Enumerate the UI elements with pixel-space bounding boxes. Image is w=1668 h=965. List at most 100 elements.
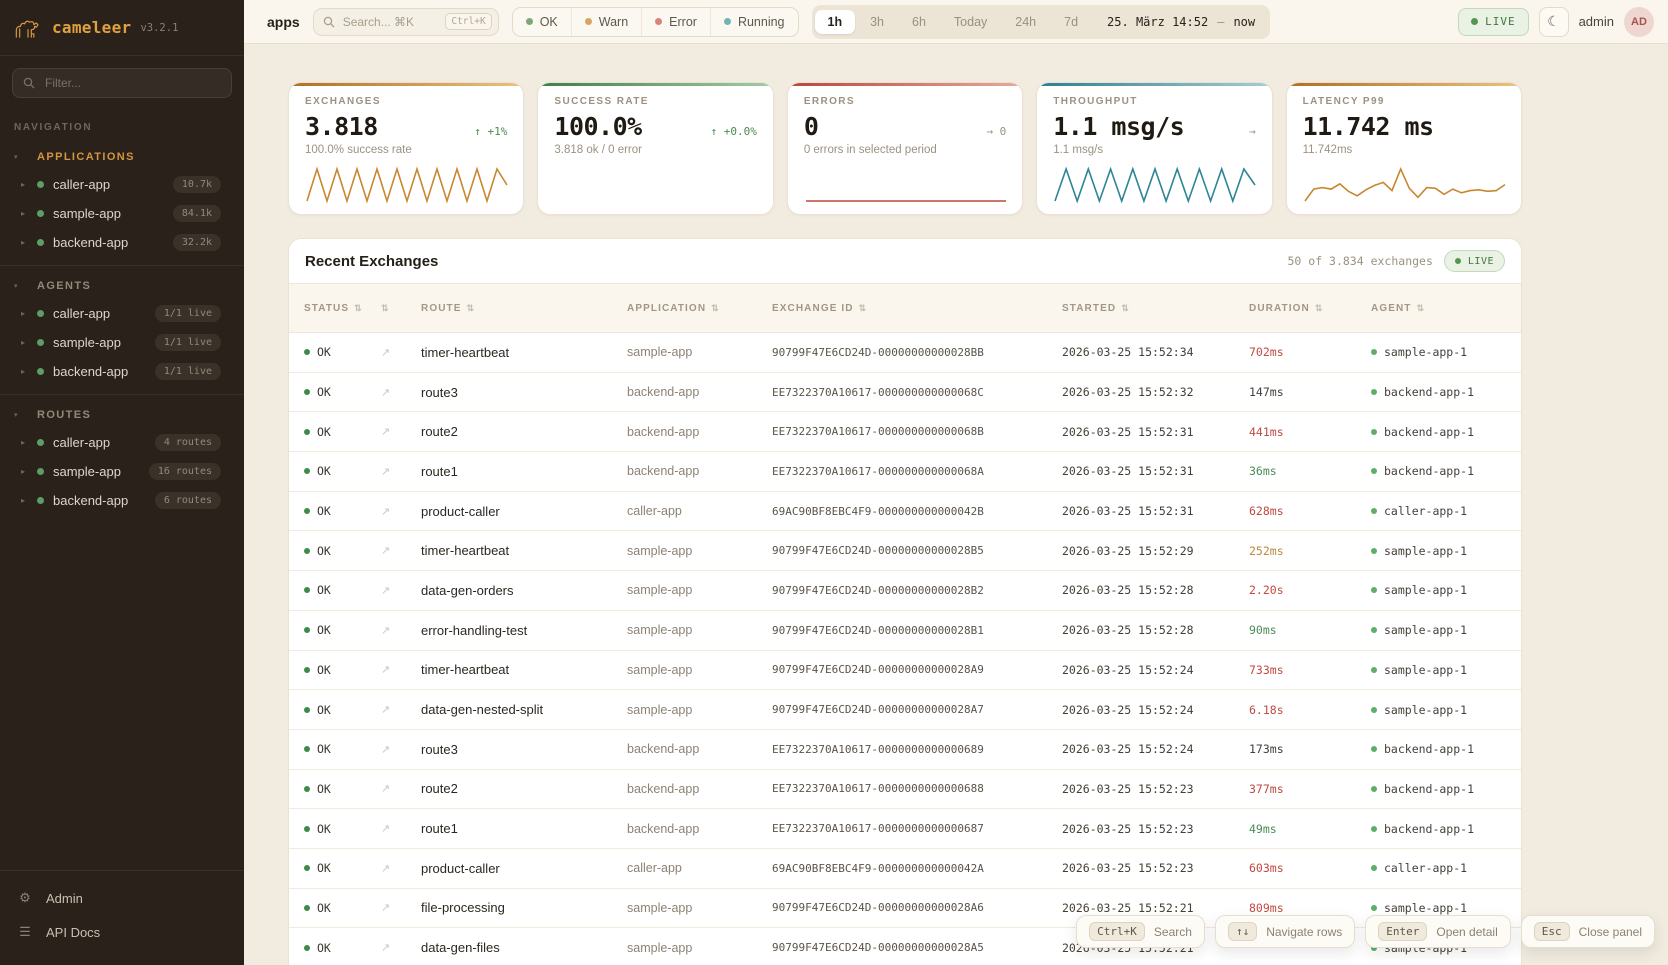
agent-label: sample-app-1 — [1384, 901, 1467, 915]
range-button-7d[interactable]: 7d — [1051, 10, 1091, 34]
column-header-duration[interactable]: DURATION⇅ — [1249, 303, 1371, 314]
table-row[interactable]: OK↗route2backend-appEE7322370A10617-0000… — [289, 770, 1521, 810]
live-toggle[interactable]: LIVE — [1458, 8, 1529, 36]
sidebar-item-sample-app[interactable]: ▸sample-app1/1 live — [0, 328, 244, 357]
open-link-icon[interactable]: ↗ — [381, 941, 421, 954]
theme-toggle-button[interactable]: ☾ — [1539, 7, 1569, 37]
ok-status-dot-icon — [304, 905, 310, 911]
range-buttons: 1h3h6hToday24h7d — [815, 10, 1092, 34]
status-dot-icon — [526, 18, 533, 25]
column-header-exchange-id[interactable]: EXCHANGE ID⇅ — [772, 303, 1062, 314]
section-header-agents[interactable]: ▾AGENTS — [0, 274, 244, 299]
filter-input[interactable] — [43, 75, 221, 91]
global-search[interactable]: Ctrl+K — [313, 8, 499, 36]
open-link-icon[interactable]: ↗ — [381, 782, 421, 795]
table-row[interactable]: OK↗route1backend-appEE7322370A10617-0000… — [289, 809, 1521, 849]
table-row[interactable]: OK↗route2backend-appEE7322370A10617-0000… — [289, 412, 1521, 452]
section-header-routes[interactable]: ▾ROUTES — [0, 403, 244, 428]
table-row[interactable]: OK↗product-callercaller-app69AC90BF8EBC4… — [289, 492, 1521, 532]
shortcut-open-detail: EnterOpen detail — [1365, 915, 1511, 948]
range-button-1h[interactable]: 1h — [815, 10, 856, 34]
exchange-id-cell: EE7322370A10617-000000000000068A — [772, 465, 1062, 478]
sidebar-item-sample-app[interactable]: ▸sample-app16 routes — [0, 457, 244, 486]
sidebar-item-backend-app[interactable]: ▸backend-app6 routes — [0, 486, 244, 515]
open-link-icon[interactable]: ↗ — [381, 465, 421, 478]
sidebar-item-backend-app[interactable]: ▸backend-app1/1 live — [0, 357, 244, 386]
gear-icon: ⚙ — [17, 890, 33, 906]
sidebar-item-caller-app[interactable]: ▸caller-app10.7k — [0, 170, 244, 199]
footer-item-api-docs[interactable]: ☰API Docs — [0, 915, 244, 949]
open-link-icon[interactable]: ↗ — [381, 584, 421, 597]
table-row[interactable]: OK↗error-handling-testsample-app90799F47… — [289, 611, 1521, 651]
table-header-row: STATUS⇅⇅ROUTE⇅APPLICATION⇅EXCHANGE ID⇅ST… — [289, 283, 1521, 333]
open-link-icon[interactable]: ↗ — [381, 505, 421, 518]
sidebar-filter[interactable] — [12, 68, 232, 98]
application-cell: sample-app — [627, 901, 772, 915]
table-row[interactable]: OK↗timer-heartbeatsample-app90799F47E6CD… — [289, 531, 1521, 571]
started-cell: 2026-03-25 15:52:29 — [1062, 544, 1249, 558]
column-header-label: APPLICATION — [627, 303, 706, 314]
table-row[interactable]: OK↗route3backend-appEE7322370A10617-0000… — [289, 730, 1521, 770]
column-header-application[interactable]: APPLICATION⇅ — [627, 303, 772, 314]
table-row[interactable]: OK↗product-callercaller-app69AC90BF8EBC4… — [289, 849, 1521, 889]
open-link-icon[interactable]: ↗ — [381, 544, 421, 557]
status-filter-warn[interactable]: Warn — [571, 8, 641, 36]
open-link-icon[interactable]: ↗ — [381, 862, 421, 875]
column-header-route[interactable]: ROUTE⇅ — [421, 303, 627, 314]
range-button-24h[interactable]: 24h — [1002, 10, 1049, 34]
avatar[interactable]: AD — [1624, 7, 1654, 37]
table-row[interactable]: OK↗timer-heartbeatsample-app90799F47E6CD… — [289, 333, 1521, 373]
column-header-label: EXCHANGE ID — [772, 303, 854, 314]
column-header-agent[interactable]: AGENT⇅ — [1371, 303, 1521, 314]
column-header-started[interactable]: STARTED⇅ — [1062, 303, 1249, 314]
started-cell: 2026-03-25 15:52:23 — [1062, 822, 1249, 836]
open-link-icon[interactable]: ↗ — [381, 822, 421, 835]
range-button-6h[interactable]: 6h — [899, 10, 939, 34]
open-link-icon[interactable]: ↗ — [381, 901, 421, 914]
open-link-icon[interactable]: ↗ — [381, 743, 421, 756]
route-cell: error-handling-test — [421, 623, 627, 638]
table-row[interactable]: OK↗route1backend-appEE7322370A10617-0000… — [289, 452, 1521, 492]
column-header-status[interactable]: STATUS⇅ — [304, 303, 381, 314]
sidebar-item-backend-app[interactable]: ▸backend-app32.2k — [0, 228, 244, 257]
sidebar-item-caller-app[interactable]: ▸caller-app1/1 live — [0, 299, 244, 328]
open-link-icon[interactable]: ↗ — [381, 425, 421, 438]
search-input[interactable] — [341, 14, 440, 30]
route-cell: file-processing — [421, 900, 627, 915]
open-link-icon[interactable]: ↗ — [381, 624, 421, 637]
status-label: OK — [317, 583, 331, 597]
table-row[interactable]: OK↗timer-heartbeatsample-app90799F47E6CD… — [289, 651, 1521, 691]
date-range-display[interactable]: 25. März 14:52 — now — [1091, 15, 1267, 29]
count-badge: 84.1k — [173, 205, 221, 222]
sidebar-item-label: sample-app — [53, 464, 149, 479]
open-link-icon[interactable]: ↗ — [381, 703, 421, 716]
open-link-icon[interactable]: ↗ — [381, 663, 421, 676]
range-button-today[interactable]: Today — [941, 10, 1000, 34]
started-cell: 2026-03-25 15:52:21 — [1062, 901, 1249, 915]
shortcut-close-panel: EscClose panel — [1521, 915, 1655, 948]
status-label: OK — [317, 703, 331, 717]
ok-status-dot-icon — [304, 826, 310, 832]
table-row[interactable]: OK↗data-gen-nested-splitsample-app90799F… — [289, 690, 1521, 730]
card-accent-bar — [1287, 83, 1521, 86]
recent-exchanges-panel: Recent Exchanges 50 of 3.834 exchanges L… — [288, 238, 1522, 965]
count-badge: 6 routes — [155, 492, 221, 509]
sidebar-item-caller-app[interactable]: ▸caller-app4 routes — [0, 428, 244, 457]
table-row[interactable]: OK↗data-gen-orderssample-app90799F47E6CD… — [289, 571, 1521, 611]
footer-item-admin[interactable]: ⚙Admin — [0, 881, 244, 915]
range-button-3h[interactable]: 3h — [857, 10, 897, 34]
shortcut-key: Esc — [1534, 922, 1570, 941]
shortcut-label: Navigate rows — [1266, 925, 1342, 939]
section-header-applications[interactable]: ▾APPLICATIONS — [0, 145, 244, 170]
open-link-icon[interactable]: ↗ — [381, 386, 421, 399]
route-cell: route2 — [421, 424, 627, 439]
status-filter-error[interactable]: Error — [641, 8, 710, 36]
column-header-label: ROUTE — [421, 303, 462, 314]
camel-logo-icon — [13, 15, 43, 41]
open-link-icon[interactable]: ↗ — [381, 346, 421, 359]
table-row[interactable]: OK↗route3backend-appEE7322370A10617-0000… — [289, 373, 1521, 413]
column-header-link[interactable]: ⇅ — [381, 303, 421, 314]
sidebar-item-sample-app[interactable]: ▸sample-app84.1k — [0, 199, 244, 228]
status-filter-ok[interactable]: OK — [513, 8, 571, 36]
status-filter-running[interactable]: Running — [710, 8, 798, 36]
